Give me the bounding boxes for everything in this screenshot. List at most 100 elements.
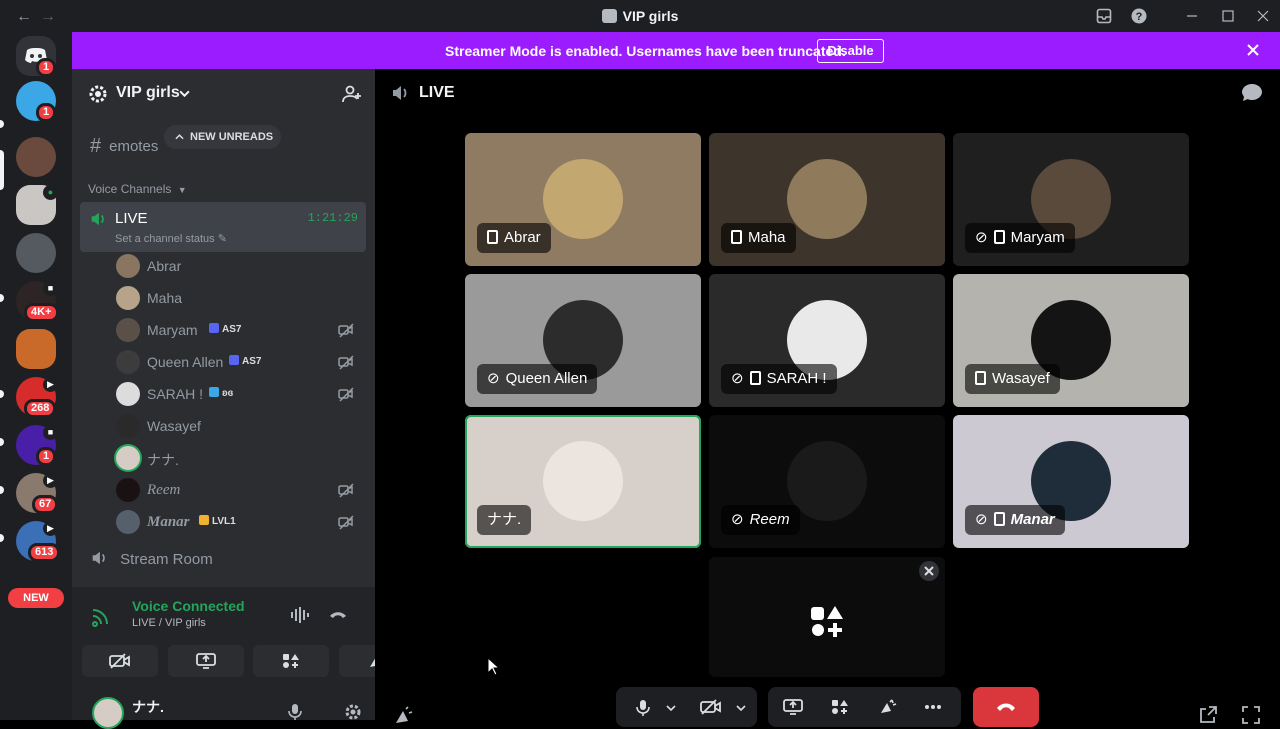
title-bar: ← → VIP girls ? [0, 0, 1280, 32]
guild-icon[interactable]: ■ 1 [16, 425, 58, 466]
voice-member[interactable]: ナナ. [116, 444, 366, 472]
voice-channels-category[interactable]: Voice Channels ▼ [88, 182, 187, 196]
participant-tile[interactable]: ⊘ Reem [709, 415, 945, 548]
camera-off-icon [338, 355, 354, 370]
voice-member[interactable]: Wasayef [116, 412, 366, 440]
speaker-icon [393, 86, 407, 100]
participant-tile[interactable]: ナナ. [465, 415, 701, 548]
participant-tile[interactable]: ⊘ Maryam [953, 133, 1189, 266]
noise-suppression-icon[interactable] [290, 606, 312, 624]
member-name: SARAH ! [147, 386, 204, 402]
close-activity-button[interactable] [919, 561, 939, 581]
guild-icon[interactable]: ▶ 67 [16, 473, 59, 514]
invite-people-icon[interactable] [342, 84, 362, 104]
microphone-icon[interactable] [636, 699, 650, 717]
unread-badge: 613 [28, 543, 61, 562]
avatar[interactable] [116, 286, 140, 310]
camera-toggle-button[interactable] [82, 645, 158, 677]
chevron-down-icon[interactable] [666, 704, 676, 712]
guild-icon[interactable] [16, 233, 56, 273]
help-icon[interactable]: ? [1131, 8, 1147, 24]
voice-member[interactable]: Queen Allen AS7 [116, 348, 366, 376]
disable-streamer-mode-button[interactable]: Disable [817, 39, 884, 63]
channel-name: emotes [109, 138, 159, 155]
close-window-icon[interactable] [1255, 8, 1271, 24]
minimize-icon[interactable] [1184, 8, 1200, 24]
inbox-icon[interactable] [1096, 8, 1112, 24]
activity-tile[interactable] [709, 557, 945, 677]
avatar[interactable] [116, 510, 140, 534]
guild-icon-vip-girls[interactable]: ● [16, 185, 58, 225]
mobile-phone-icon [487, 230, 498, 244]
fullscreen-icon[interactable] [1241, 705, 1261, 725]
new-unreads-label: NEW UNREADS [190, 131, 274, 143]
chevron-down-icon[interactable] [736, 704, 746, 712]
user-name[interactable]: ナナ. [132, 697, 164, 717]
close-banner-icon[interactable] [1246, 43, 1260, 57]
avatar[interactable] [116, 478, 140, 502]
guild-icon[interactable]: ▶ 268 [16, 377, 58, 418]
channel-status[interactable]: Set a channel status ✎ [115, 232, 227, 245]
member-name: Wasayef [147, 418, 201, 434]
share-screen-button[interactable] [168, 645, 244, 677]
voice-member[interactable]: Abrar [116, 252, 366, 280]
direct-messages-button[interactable]: 1 [16, 36, 57, 77]
voice-member[interactable]: Maha [116, 284, 366, 312]
voice-member[interactable]: SARAH ! ʚɞ [116, 380, 366, 408]
channel-name: LIVE [115, 210, 148, 227]
soundboard-icon[interactable] [878, 699, 898, 715]
avatar[interactable] [116, 254, 140, 278]
pop-out-icon[interactable] [1198, 705, 1218, 725]
disconnect-icon[interactable] [328, 607, 348, 623]
avatar[interactable] [116, 414, 140, 438]
camera-off-icon[interactable] [700, 699, 722, 715]
microphone-icon[interactable] [288, 703, 302, 721]
unread-badge: 4K+ [24, 303, 59, 322]
guild-icon[interactable] [16, 329, 56, 369]
new-unreads-pill[interactable]: NEW UNREADS [164, 125, 281, 149]
participant-tile[interactable]: Maha [709, 133, 945, 266]
chat-bubble-icon[interactable] [1241, 83, 1263, 103]
call-timer: 1:21:29 [307, 211, 358, 225]
voice-channel-live[interactable]: LIVE 1:21:29 Set a channel status ✎ [80, 202, 366, 252]
voice-member[interactable]: Manar LVL1 [116, 508, 366, 536]
audio-video-controls [616, 687, 757, 727]
voice-member[interactable]: Maryam AS7 [116, 316, 366, 344]
avatar[interactable] [116, 318, 140, 342]
voice-channel-stream-room[interactable]: Stream Room [80, 549, 213, 568]
unread-pip [0, 120, 4, 128]
server-header[interactable]: VIP girls [72, 69, 375, 117]
soundboard-quick-icon[interactable] [393, 705, 413, 725]
clan-tag: AS7 [242, 356, 262, 367]
activities-icon [283, 654, 299, 668]
voice-connected-status[interactable]: Voice Connected [132, 598, 245, 614]
connection-signal-icon[interactable] [90, 605, 112, 627]
avatar[interactable] [92, 697, 124, 729]
gear-icon[interactable] [344, 703, 362, 721]
avatar[interactable] [116, 382, 140, 406]
participant-tile[interactable]: ⊘ Manar [953, 415, 1189, 548]
text-channel-emotes[interactable]: # emotes [90, 135, 158, 158]
leave-call-button[interactable] [973, 687, 1039, 727]
activities-icon[interactable] [831, 699, 849, 715]
maximize-icon[interactable] [1220, 8, 1236, 24]
avatar[interactable] [116, 446, 140, 470]
participant-tile[interactable]: ⊘ Queen Allen [465, 274, 701, 407]
mouse-cursor-icon [487, 657, 501, 676]
screen-share-icon[interactable] [782, 699, 804, 715]
participant-tile[interactable]: Abrar [465, 133, 701, 266]
more-options-icon[interactable] [924, 704, 942, 710]
participant-label: ⊘ SARAH ! [721, 364, 837, 394]
activities-button[interactable] [253, 645, 329, 677]
guild-icon[interactable]: ▶ 613 [16, 521, 61, 562]
voice-member[interactable]: Reem [116, 476, 366, 504]
voice-connected-subtitle[interactable]: LIVE / VIP girls [132, 617, 206, 629]
participant-tile[interactable]: ⊘ SARAH ! [709, 274, 945, 407]
new-servers-pill[interactable]: NEW [8, 588, 64, 608]
guild-icon[interactable] [16, 137, 56, 177]
avatar[interactable] [116, 350, 140, 374]
guild-icon[interactable]: 1 [16, 81, 57, 122]
participant-tile[interactable]: Wasayef [953, 274, 1189, 407]
guild-icon[interactable]: ■ 4K+ [16, 281, 59, 322]
selected-pip [0, 150, 4, 190]
